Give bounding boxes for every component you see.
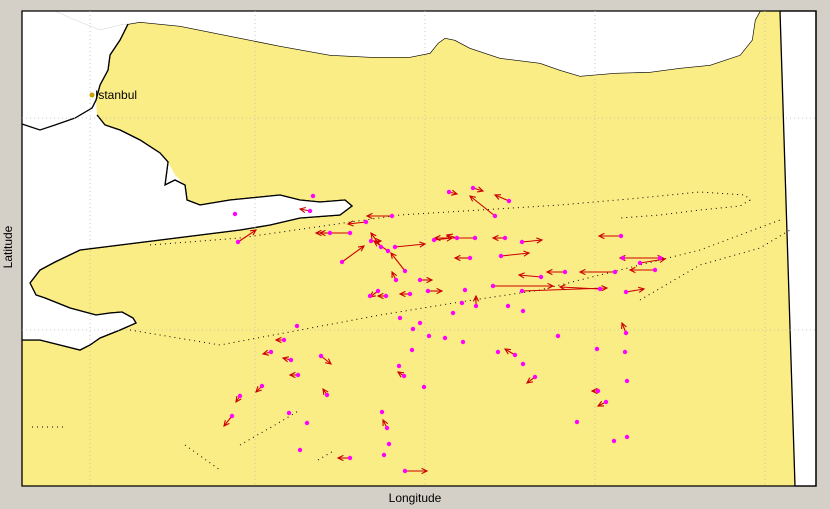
gps-station (229, 413, 235, 419)
gps-station (467, 255, 473, 261)
gps-station (402, 268, 408, 274)
gps-station (389, 213, 395, 219)
gps-station (368, 238, 374, 244)
gps-station (512, 352, 518, 358)
gps-station (595, 388, 601, 394)
gps-station (520, 361, 526, 367)
gps-station (459, 300, 465, 306)
gps-station (304, 420, 310, 426)
gps-station (232, 211, 238, 217)
gps-station (379, 409, 385, 415)
gps-station (657, 255, 663, 261)
gps-station (623, 330, 629, 336)
gps-station (431, 237, 437, 243)
gps-station (495, 349, 501, 355)
gps-station (624, 378, 630, 384)
gps-station (294, 323, 300, 329)
gps-station (363, 219, 369, 225)
gps-station (307, 208, 313, 214)
gps-station (378, 244, 384, 250)
gps-station (637, 260, 643, 266)
gps-station (620, 255, 626, 261)
gps-station (396, 363, 402, 369)
gps-station (386, 441, 392, 447)
gps-station (367, 293, 373, 299)
gps-station (385, 248, 391, 254)
istanbul-marker (89, 92, 95, 98)
gps-station (409, 347, 415, 353)
gps-station (324, 392, 330, 398)
gps-station (652, 267, 658, 273)
gps-station (295, 372, 301, 378)
gps-station (402, 468, 408, 474)
gps-station (310, 193, 316, 199)
gps-station (347, 455, 353, 461)
gps-station (259, 383, 265, 389)
gps-station (339, 259, 345, 265)
gps-station (235, 239, 241, 245)
gps-station (498, 253, 504, 259)
gps-station (506, 198, 512, 204)
gps-station (603, 399, 609, 405)
gps-station (454, 235, 460, 241)
gps-station (392, 244, 398, 250)
gps-station (597, 286, 603, 292)
gps-station (594, 346, 600, 352)
gps-station (555, 333, 561, 339)
map-canvas (21, 10, 817, 487)
gps-station (421, 384, 427, 390)
gps-station (505, 303, 511, 309)
gps-station (519, 288, 525, 294)
gps-station (237, 393, 243, 399)
gps-station (384, 425, 390, 431)
city-label-istanbul: Istanbul (95, 88, 138, 102)
x-axis-label: Longitude (388, 491, 442, 505)
gps-station (622, 349, 628, 355)
gps-station (417, 277, 423, 283)
gps-station (417, 320, 423, 326)
gps-station (532, 374, 538, 380)
gps-station (538, 274, 544, 280)
gps-station (318, 353, 324, 359)
land-area (22, 11, 795, 486)
gps-station (562, 269, 568, 275)
gps-station (347, 230, 353, 236)
gps-station (450, 310, 456, 316)
gps-station (492, 213, 498, 219)
gps-station (268, 349, 274, 355)
gps-station (442, 335, 448, 341)
gps-station (611, 438, 617, 444)
gps-station (297, 447, 303, 453)
gps-station (383, 293, 389, 299)
gps-station (618, 233, 624, 239)
gps-station (425, 288, 431, 294)
gps-station (519, 239, 525, 245)
gps-station (460, 339, 466, 345)
gps-station (623, 289, 629, 295)
gps-station (472, 235, 478, 241)
gps-station (393, 277, 399, 283)
gps-station (446, 189, 452, 195)
gps-station (470, 185, 476, 191)
gps-station (490, 283, 496, 289)
gps-station (288, 357, 294, 363)
y-axis-label: Latitude (1, 225, 15, 269)
gps-station (286, 410, 292, 416)
gps-station (462, 287, 468, 293)
gps-station (612, 269, 618, 275)
gps-station (426, 333, 432, 339)
gps-station (381, 452, 387, 458)
gps-station (397, 315, 403, 321)
gps-station (473, 303, 479, 309)
gps-station (574, 419, 580, 425)
gps-station (375, 288, 381, 294)
gps-station (407, 291, 413, 297)
gps-station (502, 235, 508, 241)
gps-station (401, 373, 407, 379)
gps-station (410, 326, 416, 332)
gps-station (520, 308, 526, 314)
gps-station (327, 230, 333, 236)
gps-station (281, 337, 287, 343)
gps-station (624, 434, 630, 440)
